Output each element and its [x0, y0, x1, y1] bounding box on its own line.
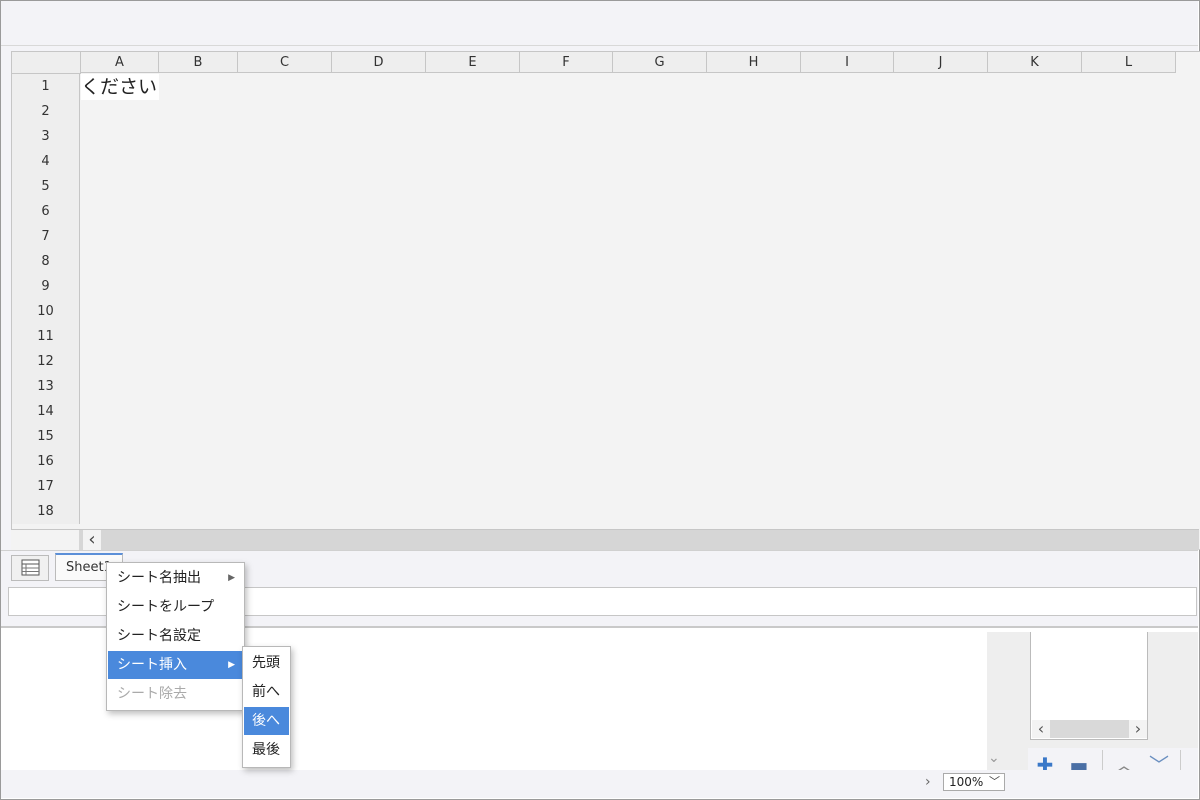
toolbar: [1, 1, 1198, 46]
caret-right-icon: ▶: [228, 660, 235, 670]
column-header-f[interactable]: F: [520, 52, 613, 73]
sheet-list-button[interactable]: [11, 555, 49, 581]
chevron-right-icon[interactable]: ›: [1129, 720, 1147, 738]
row-header-9[interactable]: 9: [12, 274, 80, 299]
menu-item-insert-sheet[interactable]: シート挿入 ▶: [108, 651, 243, 679]
chevron-left-icon[interactable]: ‹: [1032, 720, 1050, 738]
cell-a1[interactable]: ください: [81, 74, 159, 100]
column-header-k[interactable]: K: [988, 52, 1082, 73]
column-header-h[interactable]: H: [707, 52, 801, 73]
row-header-2[interactable]: 2: [12, 99, 80, 124]
zoom-select[interactable]: 100% ﹀: [943, 773, 1005, 791]
preview-scrollbar[interactable]: ‹ ›: [1032, 720, 1147, 738]
menu-item-loop-sheets[interactable]: シートをループ: [108, 593, 243, 621]
column-header-e[interactable]: E: [426, 52, 520, 73]
zoom-value: 100%: [949, 775, 984, 789]
chevron-left-icon[interactable]: ‹: [83, 530, 101, 550]
column-header-c[interactable]: C: [238, 52, 332, 73]
menu-item-extract-sheet-name[interactable]: シート名抽出 ▶: [108, 564, 243, 592]
caret-right-icon: ▶: [228, 573, 235, 583]
row-header-14[interactable]: 14: [12, 399, 80, 424]
horizontal-scrollbar[interactable]: ‹: [11, 529, 1199, 550]
submenu-item-previous[interactable]: 前へ: [244, 678, 289, 706]
row-header-7[interactable]: 7: [12, 224, 80, 249]
row-header-13[interactable]: 13: [12, 374, 80, 399]
row-header-16[interactable]: 16: [12, 449, 80, 474]
row-header-6[interactable]: 6: [12, 199, 80, 224]
cell-grid[interactable]: ABCDEFGHIJKL 1 2 3 4 5 6 7 8 9 10 11 12 13 14 15 16 17 18…: [11, 51, 1200, 550]
menu-item-set-sheet-name[interactable]: シート名設定: [108, 622, 243, 650]
row-header-18[interactable]: 18: [12, 499, 80, 524]
column-header-i[interactable]: I: [801, 52, 894, 73]
row-header-3[interactable]: 3: [12, 124, 80, 149]
row-header-11[interactable]: 11: [12, 324, 80, 349]
insert-sheet-submenu: 先頭 前へ 後へ 最後: [242, 646, 291, 768]
column-header-g[interactable]: G: [613, 52, 707, 73]
submenu-item-first[interactable]: 先頭: [244, 649, 289, 677]
row-header-1[interactable]: 1: [12, 74, 80, 99]
scrollbar-spacer: [11, 530, 79, 550]
chevron-down-icon: ﹀: [989, 775, 1000, 788]
row-header-8[interactable]: 8: [12, 249, 80, 274]
row-header-10[interactable]: 10: [12, 299, 80, 324]
menu-item-remove-sheet: シート除去: [117, 686, 187, 702]
select-all-corner[interactable]: [12, 52, 81, 74]
row-header-5[interactable]: 5: [12, 174, 80, 199]
submenu-item-last[interactable]: 最後: [244, 736, 289, 764]
status-bar: › 100% ﹀: [1, 770, 1198, 798]
spreadsheet-area: ABCDEFGHIJKL 1 2 3 4 5 6 7 8 9 10 11 12 13 14 15 16 17 18…: [1, 46, 1200, 628]
row-header-15[interactable]: 15: [12, 424, 80, 449]
row-header-4[interactable]: 4: [12, 149, 80, 174]
sheet-context-menu: シート名抽出 ▶ シートをループ シート名設定 シート挿入 ▶ シート除去: [106, 562, 245, 711]
chevron-right-icon[interactable]: ›: [925, 774, 931, 790]
chevron-down-icon[interactable]: ⌄: [988, 750, 1000, 766]
row-header-12[interactable]: 12: [12, 349, 80, 374]
submenu-item-next[interactable]: 後へ: [244, 707, 289, 735]
column-header-a[interactable]: A: [81, 52, 159, 73]
column-header-d[interactable]: D: [332, 52, 426, 73]
row-header-17[interactable]: 17: [12, 474, 80, 499]
column-header-l[interactable]: L: [1082, 52, 1176, 73]
column-header-b[interactable]: B: [159, 52, 238, 73]
sheet-list-icon: [21, 559, 40, 576]
column-header-j[interactable]: J: [894, 52, 988, 73]
